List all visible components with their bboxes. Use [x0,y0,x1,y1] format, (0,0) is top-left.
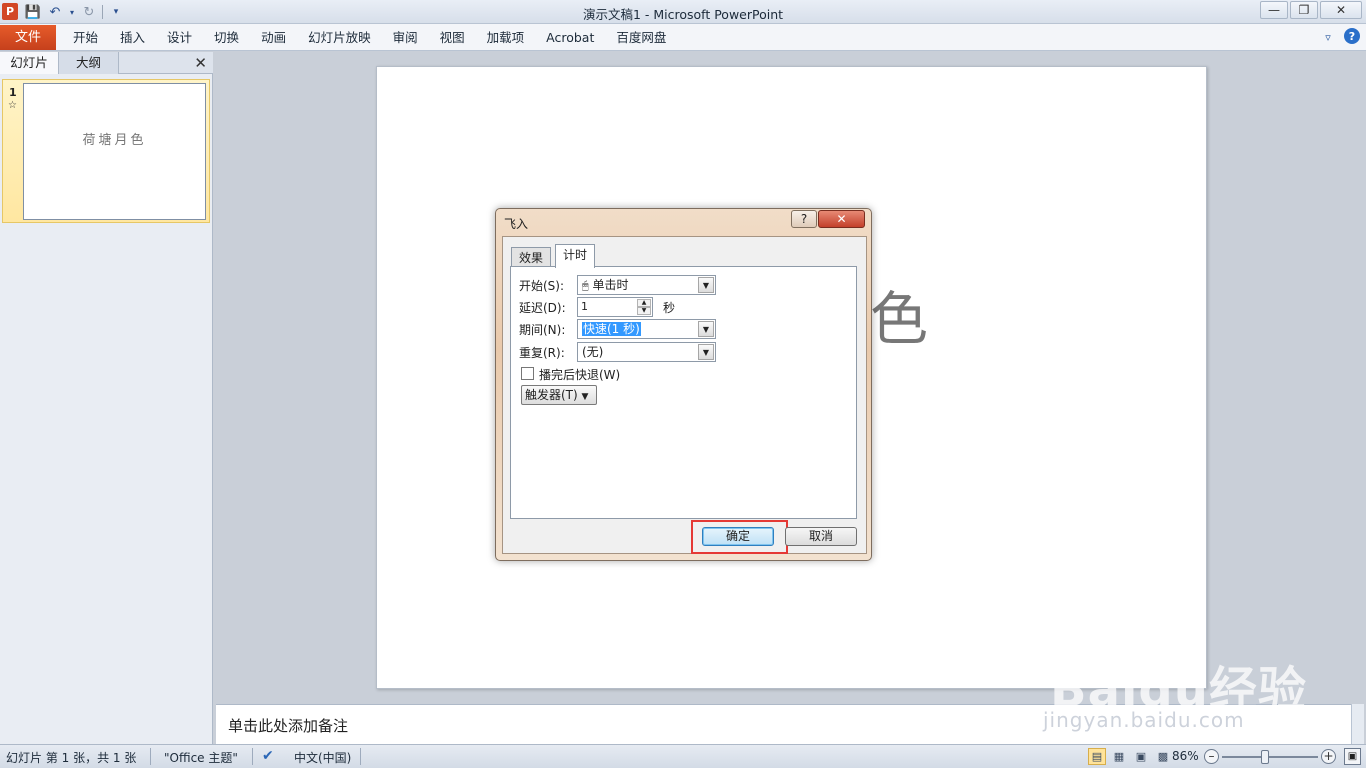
dialog-help-icon[interactable]: ? [791,210,817,228]
tab-slides[interactable]: 幻灯片 [0,52,59,74]
tab-transitions[interactable]: 切换 [203,24,250,51]
notes-scrollbar[interactable] [1351,704,1364,744]
chevron-down-icon[interactable]: ▼ [698,321,714,337]
dialog-title: 飞入 [504,217,529,231]
status-divider [252,748,253,765]
zoom-slider-thumb[interactable] [1261,750,1269,764]
window-controls: — ❐ ✕ [1258,1,1362,19]
ribbon-right-icons: ▿ ? [1320,28,1360,46]
spin-up-icon[interactable]: ▲ [637,299,651,307]
baidu-watermark-url: jingyan.baidu.com [1043,708,1245,732]
tab-home[interactable]: 开始 [62,24,109,51]
ok-button[interactable]: 确定 [702,527,774,546]
spin-down-icon[interactable]: ▼ [637,307,651,315]
theme-status[interactable]: "Office 主题" [164,749,238,766]
slide-sorter-icon[interactable]: ▦ [1110,748,1128,765]
delay-label: 延迟(D): [519,301,566,315]
ribbon-tab-bar: 文件 开始 插入 设计 切换 动画 幻灯片放映 审阅 视图 加载项 Acroba… [0,24,1366,51]
triggers-label: 触发器(T) [525,388,578,402]
ribbon-minimize-icon[interactable]: ▿ [1320,28,1336,46]
delay-spinner[interactable]: 1 ▲ ▼ [577,297,653,317]
slide-thumbnail-row[interactable]: 1 ☆ 荷塘月色 [2,79,210,223]
tab-baidu-netdisk[interactable]: 百度网盘 [605,24,677,51]
fit-to-window-icon[interactable]: ▣ [1344,748,1361,765]
start-select[interactable]: 🖱 单击时 ▼ [577,275,716,295]
tab-review[interactable]: 审阅 [382,24,429,51]
tab-view[interactable]: 视图 [429,24,476,51]
start-select-value: 单击时 [592,278,629,292]
tab-animations[interactable]: 动画 [250,24,297,51]
mouse-icon: 🖱 [582,279,589,292]
fly-in-dialog: 飞入 ? ✕ 效果 计时 开始(S): 🖱 单击时 ▼ 延迟(D): 1 ▲ ▼… [495,208,872,561]
close-window-icon[interactable]: ✕ [1320,1,1362,19]
title-bar: P 💾 ↶ ▾ ↻ ▾ 演示文稿1 - Microsoft PowerPoint… [0,0,1366,24]
tab-effect[interactable]: 效果 [511,247,552,267]
timing-panel: 开始(S): 🖱 单击时 ▼ 延迟(D): 1 ▲ ▼ 秒 期间(N): 快速(… [510,266,857,519]
delay-unit: 秒 [663,301,676,315]
slide-count-status: 幻灯片 第 1 张，共 1 张 [6,751,137,765]
rewind-checkbox[interactable] [521,367,534,380]
triggers-button[interactable]: 触发器(T) ▼ [521,385,597,405]
thumbnail-title: 荷塘月色 [82,133,147,148]
normal-view-icon[interactable]: ▤ [1088,748,1106,765]
ribbon-tabs: 开始 插入 设计 切换 动画 幻灯片放映 审阅 视图 加载项 Acrobat 百… [62,24,677,51]
dialog-close-icon[interactable]: ✕ [818,210,865,228]
spell-check-icon[interactable]: ✔ [262,748,274,764]
tab-acrobat[interactable]: Acrobat [535,24,605,51]
slide-thumbnail[interactable]: 荷塘月色 [23,83,206,220]
repeat-select[interactable]: (无) ▼ [577,342,716,362]
tab-timing[interactable]: 计时 [555,244,596,268]
tab-file[interactable]: 文件 [0,25,56,50]
minimize-icon[interactable]: — [1260,1,1288,19]
reading-view-icon[interactable]: ▣ [1132,748,1150,765]
zoom-slider-track[interactable] [1222,756,1318,758]
repeat-label: 重复(R): [519,346,565,360]
help-icon[interactable]: ? [1344,28,1360,44]
rewind-label[interactable]: 播完后快退(W) [539,366,620,383]
duration-label: 期间(N): [519,323,566,337]
delay-value: 1 [581,300,588,313]
duration-select-value: 快速(1 秒) [582,322,641,336]
double-chevron-down-icon: ▼ [581,392,589,402]
animation-star-icon: ☆ [8,100,17,111]
close-pane-icon[interactable]: ✕ [194,54,207,72]
slides-pane: 幻灯片 大纲 ✕ 1 ☆ 荷塘月色 [0,52,213,744]
tab-outline[interactable]: 大纲 [59,52,119,74]
language-status[interactable]: 中文(中国) [294,749,351,766]
zoom-level[interactable]: 86% [1172,749,1199,763]
restore-icon[interactable]: ❐ [1290,1,1318,19]
chevron-down-icon[interactable]: ▼ [698,344,714,360]
tab-insert[interactable]: 插入 [109,24,156,51]
status-divider [150,748,151,765]
duration-select[interactable]: 快速(1 秒) ▼ [577,319,716,339]
slide-title-text[interactable]: 色 [870,272,928,356]
cancel-button[interactable]: 取消 [785,527,857,546]
zoom-in-icon[interactable]: + [1321,749,1336,764]
status-bar: 幻灯片 第 1 张，共 1 张 "Office 主题" ✔ 中文(中国) ▤ ▦… [0,744,1366,768]
status-divider [360,748,361,765]
tab-addins[interactable]: 加载项 [476,24,536,51]
repeat-select-value: (无) [582,345,604,359]
zoom-out-icon[interactable]: – [1204,749,1219,764]
start-label: 开始(S): [519,279,565,293]
view-buttons: ▤ ▦ ▣ ▩ [1088,748,1172,765]
dialog-body: 效果 计时 开始(S): 🖱 单击时 ▼ 延迟(D): 1 ▲ ▼ 秒 期间(N… [502,236,867,554]
notes-placeholder: 单击此处添加备注 [228,717,349,735]
pane-tabs: 幻灯片 大纲 ✕ [0,52,213,74]
tab-design[interactable]: 设计 [156,24,203,51]
window-title: 演示文稿1 - Microsoft PowerPoint [582,7,784,22]
slide-number: 1 [9,86,17,99]
slideshow-view-icon[interactable]: ▩ [1154,748,1172,765]
chevron-down-icon[interactable]: ▼ [698,277,714,293]
tab-slideshow[interactable]: 幻灯片放映 [297,24,382,51]
